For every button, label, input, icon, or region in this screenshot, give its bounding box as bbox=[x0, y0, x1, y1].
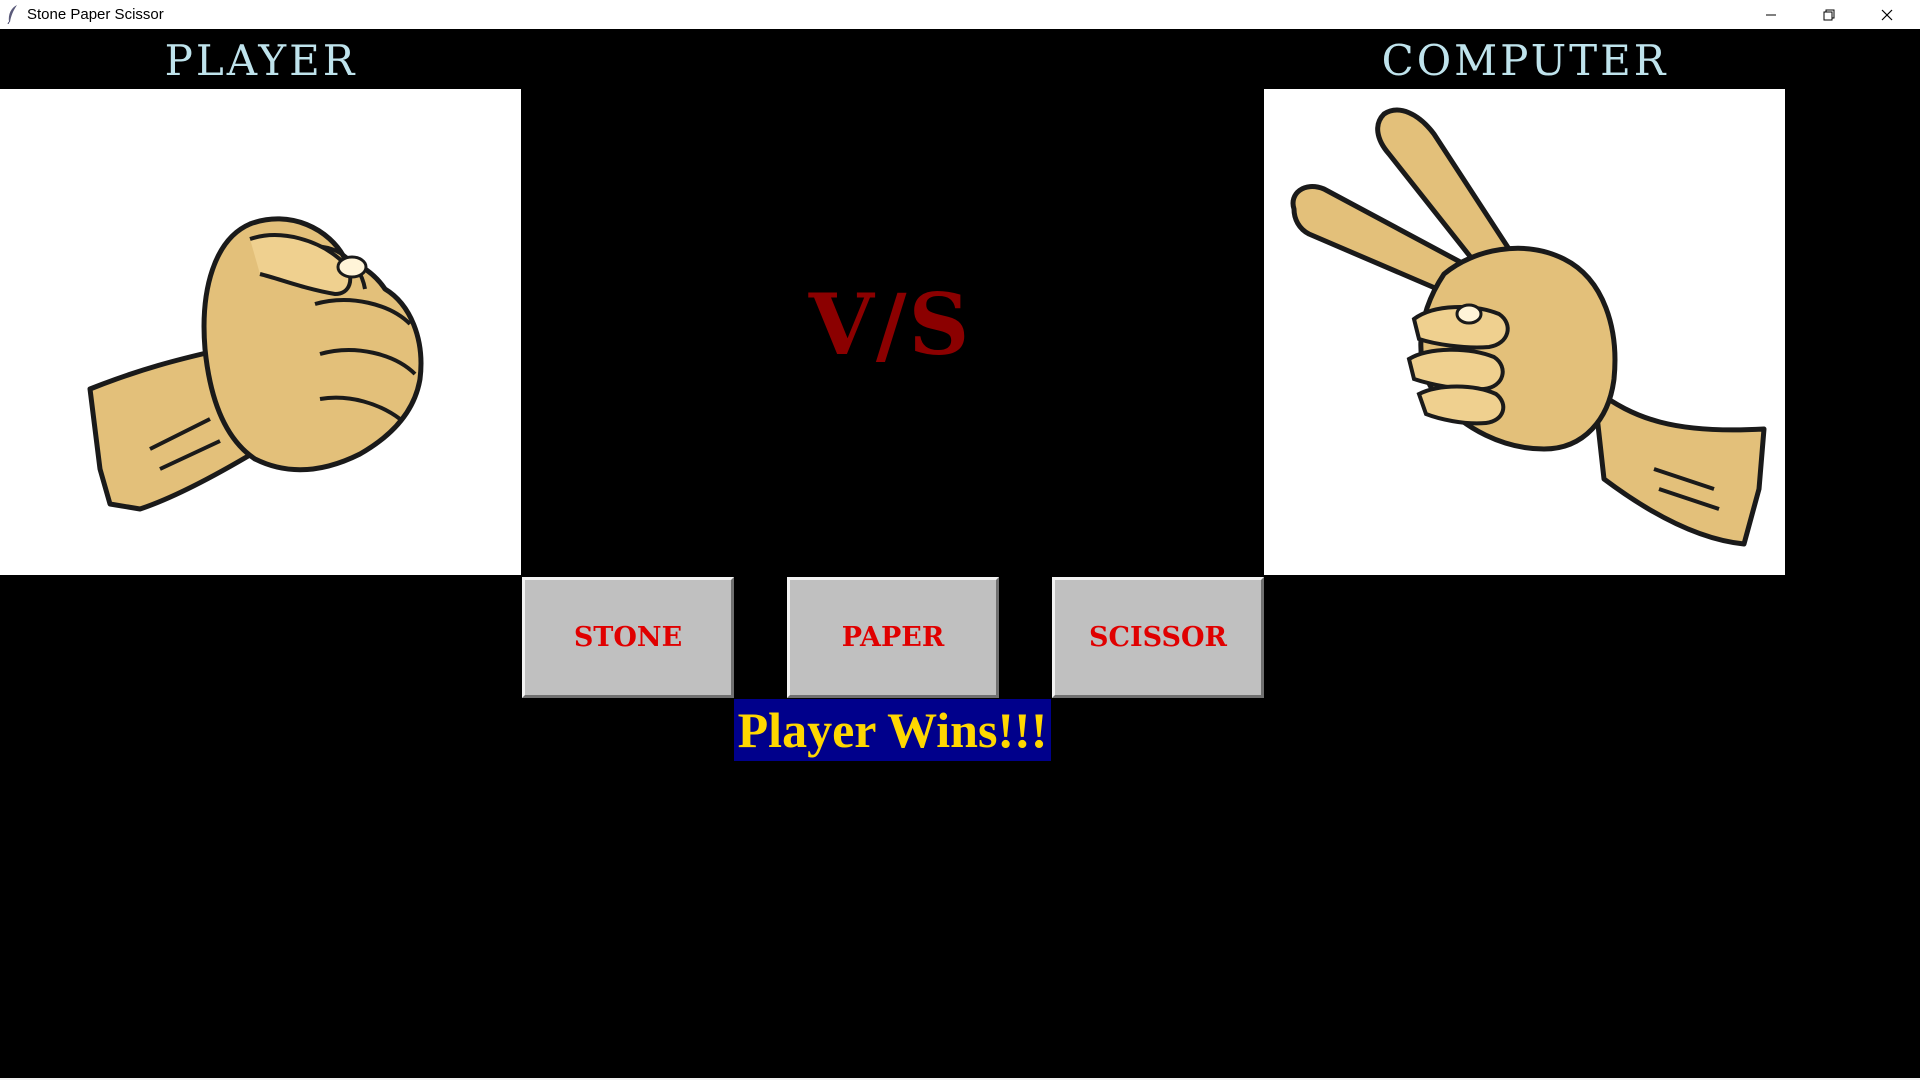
minimize-button[interactable] bbox=[1742, 0, 1800, 29]
player-hand-panel bbox=[0, 89, 521, 575]
stone-button[interactable]: STONE bbox=[522, 577, 734, 698]
fist-hand-icon bbox=[87, 216, 424, 512]
computer-hand-panel bbox=[1264, 89, 1785, 575]
window-titlebar: Stone Paper Scissor bbox=[0, 0, 1920, 29]
close-button[interactable] bbox=[1858, 0, 1916, 29]
restore-icon bbox=[1823, 9, 1835, 20]
result-label: Player Wins!!! bbox=[734, 699, 1051, 761]
close-icon bbox=[1881, 9, 1893, 20]
scissor-hand-icon bbox=[1290, 107, 1767, 547]
window-title: Stone Paper Scissor bbox=[27, 6, 164, 23]
vs-label: V/S bbox=[808, 275, 972, 374]
paper-button[interactable]: PAPER bbox=[787, 577, 999, 698]
computer-heading: COMPUTER bbox=[1381, 36, 1669, 85]
restore-button[interactable] bbox=[1800, 0, 1858, 29]
player-heading: PLAYER bbox=[164, 36, 358, 85]
minimize-icon bbox=[1766, 14, 1776, 15]
scissor-button[interactable]: SCISSOR bbox=[1052, 577, 1264, 698]
game-area: PLAYER COMPUTER V/S STONE PAPER SCISSOR … bbox=[0, 29, 1920, 1078]
feather-icon bbox=[5, 4, 21, 25]
